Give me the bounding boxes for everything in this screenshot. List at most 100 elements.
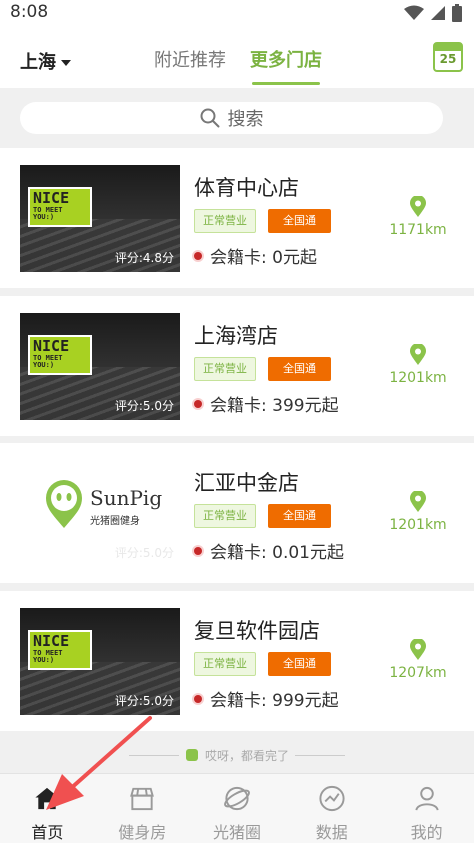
search-input[interactable]: 搜索 — [20, 102, 443, 134]
end-of-list-text: 哎呀，都看完了 — [204, 748, 289, 763]
nationwide-badge: 全国通 — [268, 652, 331, 676]
card-icon — [194, 399, 202, 408]
store-card[interactable]: NICE TO MEET YOU:) 评分:5.0分 上海湾店 正常营业 全国通… — [0, 296, 474, 436]
tab-profile-label: 我的 — [410, 823, 443, 842]
end-of-list-hint: 哎呀，都看完了 — [0, 735, 474, 775]
tab-more-stores[interactable]: 更多门店 — [250, 46, 322, 72]
nice-sign-subtitle: TO MEET YOU:) — [33, 648, 63, 665]
active-tab-indicator — [252, 82, 320, 85]
store-location[interactable]: 1201km — [388, 344, 448, 386]
membership-price-text: 会籍卡: 0元起 — [210, 248, 317, 268]
sunpig-logo-icon — [46, 480, 82, 528]
store-image: NICE TO MEET YOU:) 评分:5.0分 — [20, 313, 180, 420]
location-pin-icon — [410, 344, 426, 365]
nice-sign-title: NICE — [33, 337, 70, 355]
store-distance: 1207km — [389, 665, 447, 681]
home-icon — [35, 787, 59, 810]
city-selector[interactable]: 上海 — [20, 48, 71, 74]
membership-price: 会籍卡: 999元起 — [194, 686, 339, 711]
nice-sign-title: NICE — [33, 189, 70, 207]
membership-price: 会籍卡: 0.01元起 — [194, 538, 344, 563]
tab-home[interactable]: 首页 — [0, 774, 95, 843]
search-placeholder: 搜索 — [227, 109, 264, 130]
planet-icon — [224, 786, 250, 811]
nice-sign-title: NICE — [33, 632, 70, 650]
calendar-top-bar — [435, 44, 461, 51]
status-badge: 正常营业 — [194, 357, 256, 381]
tab-sunpig-label: 光猪圈 — [212, 823, 261, 842]
membership-price: 会籍卡: 399元起 — [194, 391, 339, 416]
card-icon — [194, 546, 202, 555]
membership-price-text: 会籍卡: 399元起 — [210, 396, 339, 416]
nice-sign-subtitle: TO MEET YOU:) — [33, 205, 63, 222]
city-label: 上海 — [20, 52, 56, 73]
card-icon — [194, 251, 202, 260]
store-distance: 1201km — [389, 370, 447, 386]
bottom-tab-bar: 首页 健身房 光猪圈 数据 我的 — [0, 773, 474, 843]
store-rating: 评分:5.0分 — [114, 399, 174, 413]
status-badge: 正常营业 — [194, 504, 256, 528]
nationwide-badge: 全国通 — [268, 504, 331, 528]
store-rating: 评分:5.0分 — [114, 694, 174, 708]
store-image: NICE TO MEET YOU:) 评分:4.8分 — [20, 165, 180, 272]
gym-icon — [130, 787, 155, 811]
chart-icon — [319, 785, 345, 812]
nice-sign: NICE TO MEET YOU:) — [28, 335, 92, 375]
calendar-icon[interactable]: 25 — [433, 42, 463, 72]
store-card[interactable]: NICE TO MEET YOU:) 评分:5.0分 复旦软件园店 正常营业 全… — [0, 591, 474, 731]
store-card[interactable]: SunPig 光猪圈健身 评分:5.0分 汇亚中金店 正常营业 全国通 会籍卡:… — [0, 443, 474, 583]
search-icon — [200, 108, 219, 128]
nice-sign: NICE TO MEET YOU:) — [28, 187, 92, 227]
calendar-day: 25 — [439, 52, 457, 66]
store-distance: 1171km — [389, 222, 447, 238]
tab-home-label: 首页 — [31, 823, 64, 842]
wifi-icon — [404, 5, 424, 20]
header: 上海 附近推荐 更多门店 25 — [0, 26, 474, 88]
tab-gym-label: 健身房 — [118, 823, 167, 842]
store-name: 上海湾店 — [194, 324, 278, 348]
tab-profile[interactable]: 我的 — [379, 774, 474, 843]
location-pin-icon — [410, 639, 426, 660]
location-pin-icon — [410, 196, 426, 217]
caret-down-icon — [61, 60, 71, 66]
nationwide-badge: 全国通 — [268, 209, 331, 233]
nationwide-badge: 全国通 — [268, 357, 331, 381]
signal-icon — [431, 6, 445, 20]
card-icon — [194, 694, 202, 703]
tab-gym[interactable]: 健身房 — [95, 774, 190, 843]
status-badge: 正常营业 — [194, 652, 256, 676]
store-name: 体育中心店 — [194, 176, 299, 200]
nice-sign-subtitle: TO MEET YOU:) — [33, 353, 63, 370]
status-bar: 8:08 — [0, 0, 474, 26]
store-name: 汇亚中金店 — [194, 471, 299, 495]
membership-price-text: 会籍卡: 999元起 — [210, 691, 339, 711]
store-distance: 1201km — [389, 517, 447, 533]
tab-data[interactable]: 数据 — [284, 774, 379, 843]
divider — [128, 754, 179, 756]
store-location[interactable]: 1207km — [388, 639, 448, 681]
store-image: NICE TO MEET YOU:) 评分:5.0分 — [20, 608, 180, 715]
user-icon — [414, 786, 439, 811]
store-location[interactable]: 1171km — [388, 196, 448, 238]
divider — [295, 754, 345, 756]
status-icons — [404, 4, 462, 22]
membership-price-text: 会籍卡: 0.01元起 — [210, 543, 344, 563]
tab-nearby[interactable]: 附近推荐 — [154, 46, 226, 72]
nice-sign: NICE TO MEET YOU:) — [28, 630, 92, 670]
store-location[interactable]: 1201km — [388, 491, 448, 533]
tab-data-label: 数据 — [315, 823, 348, 842]
pig-icon — [185, 749, 198, 761]
store-rating: 评分:4.8分 — [114, 251, 174, 265]
status-time: 8:08 — [10, 2, 49, 22]
tab-sunpig[interactable]: 光猪圈 — [190, 774, 285, 843]
status-badge: 正常营业 — [194, 209, 256, 233]
location-pin-icon — [410, 491, 426, 512]
store-name: 复旦软件园店 — [194, 619, 320, 643]
membership-price: 会籍卡: 0元起 — [194, 243, 317, 268]
store-card[interactable]: NICE TO MEET YOU:) 评分:4.8分 体育中心店 正常营业 全国… — [0, 148, 474, 288]
sunpig-brand-sub: 光猪圈健身 — [90, 516, 140, 527]
sunpig-brand: SunPig — [90, 486, 163, 510]
store-image: SunPig 光猪圈健身 评分:5.0分 — [20, 460, 180, 567]
battery-icon — [452, 4, 462, 22]
store-rating: 评分:5.0分 — [114, 546, 174, 560]
